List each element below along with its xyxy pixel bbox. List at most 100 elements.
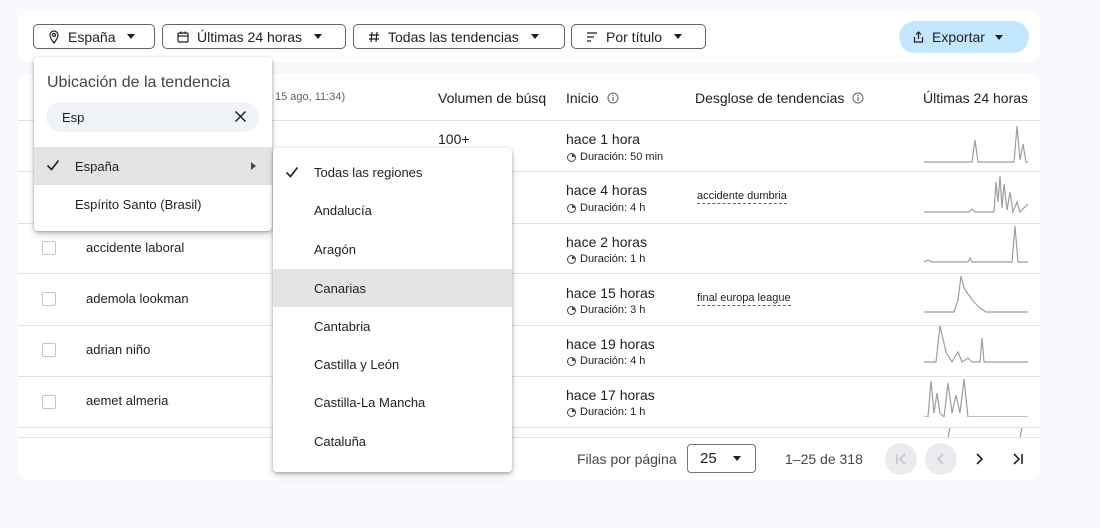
region-option-cantabria[interactable]: Cantabria <box>273 307 512 345</box>
chevron-down-icon <box>674 34 683 39</box>
location-search-input[interactable]: Esp <box>46 102 259 132</box>
row-duration: Duración: 4 h <box>567 355 645 367</box>
sparkline <box>924 175 1028 215</box>
location-option-espirito-santo[interactable]: Espírito Santo (Brasil) <box>34 185 272 223</box>
region-option-castilla-la-mancha[interactable]: Castilla-La Mancha <box>273 383 512 421</box>
table-date-header: 15 ago, 11:34) <box>275 91 346 103</box>
duration-icon <box>567 254 576 264</box>
rows-per-page-select[interactable]: 25 <box>687 444 756 473</box>
region-option-label: Aragón <box>314 241 356 257</box>
time-filter-chip[interactable]: Últimas 24 horas <box>162 24 346 49</box>
sort-filter-chip[interactable]: Por título <box>571 24 706 49</box>
category-filter-chip[interactable]: Todas las tendencias <box>353 24 565 49</box>
row-title[interactable]: adrian niño <box>86 342 150 357</box>
row-checkbox[interactable] <box>42 343 56 357</box>
row-title[interactable]: ademola lookman <box>86 291 189 306</box>
info-icon[interactable] <box>852 92 864 104</box>
region-option-castilla-leon[interactable]: Castilla y León <box>273 345 512 383</box>
row-start: hace 15 horas <box>566 285 655 301</box>
sparkline <box>947 428 1023 437</box>
region-option-label: Castilla-La Mancha <box>314 394 426 410</box>
location-filter-label: España <box>68 28 116 45</box>
region-option-label: Cantabria <box>314 318 371 334</box>
region-option-label: Canarias <box>314 280 367 296</box>
breakdown-header-label: Desglose de tendencias <box>695 90 845 106</box>
footer-divider <box>18 437 1040 438</box>
last-page-icon <box>1013 453 1023 465</box>
region-option-aragon[interactable]: Aragón <box>273 230 512 268</box>
row-start: hace 4 horas <box>566 182 647 198</box>
row-duration: Duración: 3 h <box>567 304 645 316</box>
row-checkbox[interactable] <box>42 241 56 255</box>
location-search-value: Esp <box>62 109 85 125</box>
sort-filter-label: Por título <box>606 28 663 45</box>
row-duration: Duración: 1 h <box>567 406 645 418</box>
sparkline <box>924 225 1028 263</box>
region-option-todas[interactable]: Todas las regiones <box>273 153 512 191</box>
volume-column-header[interactable]: Volumen de búsq <box>438 90 556 106</box>
info-icon[interactable] <box>607 92 619 104</box>
category-filter-label: Todas las tendencias <box>388 28 519 45</box>
check-icon <box>46 160 60 171</box>
chevron-left-icon <box>936 453 944 465</box>
rows-per-page-label: Filas por página <box>577 451 677 467</box>
chevron-right-icon <box>976 453 984 465</box>
row-start: hace 19 horas <box>566 336 655 352</box>
sparkline <box>924 378 1028 417</box>
next-page-button[interactable] <box>963 443 995 475</box>
first-page-icon <box>896 453 906 465</box>
row-divider <box>18 427 1040 428</box>
row-start: hace 1 hora <box>566 131 640 147</box>
share-upload-icon <box>913 31 924 43</box>
row-start: hace 17 horas <box>566 387 655 403</box>
sparkline <box>924 325 1028 364</box>
duration-icon <box>567 407 576 417</box>
last24-column-header: Últimas 24 horas <box>923 90 1029 106</box>
sparkline <box>924 125 1028 163</box>
pagination-range: 1–25 de 318 <box>785 451 863 467</box>
first-page-button[interactable] <box>885 443 917 475</box>
rows-per-page-value: 25 <box>700 450 717 467</box>
start-column-header[interactable]: Inicio <box>566 90 619 106</box>
region-option-label: Todas las regiones <box>314 164 423 180</box>
chevron-down-icon <box>994 34 1003 40</box>
chevron-down-icon <box>732 456 741 461</box>
chevron-down-icon <box>314 34 323 39</box>
hashtag-icon <box>369 31 379 42</box>
row-checkbox[interactable] <box>42 292 56 306</box>
check-icon <box>285 167 299 178</box>
chevron-down-icon <box>530 34 539 39</box>
duration-icon <box>567 152 576 162</box>
row-checkbox[interactable] <box>42 395 56 409</box>
export-button[interactable]: Exportar <box>899 21 1029 53</box>
duration-icon <box>567 356 576 366</box>
location-option-espana[interactable]: España <box>34 147 272 185</box>
close-icon[interactable] <box>234 110 247 123</box>
region-option-andalucia[interactable]: Andalucía <box>273 191 512 229</box>
location-pin-icon <box>49 29 59 44</box>
volume-value: 100+ <box>438 131 470 147</box>
row-duration: Duración: 1 h <box>567 253 645 265</box>
last-page-button[interactable] <box>1002 443 1034 475</box>
row-divider <box>18 273 1040 274</box>
calendar-icon <box>177 31 189 43</box>
duration-icon <box>567 203 576 213</box>
location-dropdown: Ubicación de la tendencia Esp España Esp… <box>34 57 272 231</box>
row-start: hace 2 horas <box>566 234 647 250</box>
previous-page-button[interactable] <box>925 443 957 475</box>
location-filter-chip[interactable]: España <box>33 24 155 49</box>
region-option-canarias[interactable]: Canarias <box>273 269 512 307</box>
export-label: Exportar <box>932 29 985 45</box>
region-option-cataluna[interactable]: Cataluña <box>273 422 512 460</box>
region-option-label: Castilla y León <box>314 356 400 372</box>
row-title[interactable]: accidente laboral <box>86 240 184 255</box>
location-option-label: Espírito Santo (Brasil) <box>75 196 202 212</box>
region-option-label: Cataluña <box>314 433 367 449</box>
breakdown-link[interactable]: accidente dumbria <box>697 190 787 204</box>
row-duration: Duración: 50 min <box>567 151 663 163</box>
location-option-label: España <box>75 158 120 174</box>
breakdown-link[interactable]: final europa league <box>697 292 791 306</box>
row-title[interactable]: aemet almeria <box>86 393 168 408</box>
breakdown-column-header[interactable]: Desglose de tendencias <box>695 90 864 106</box>
sort-lines-icon <box>587 31 597 42</box>
